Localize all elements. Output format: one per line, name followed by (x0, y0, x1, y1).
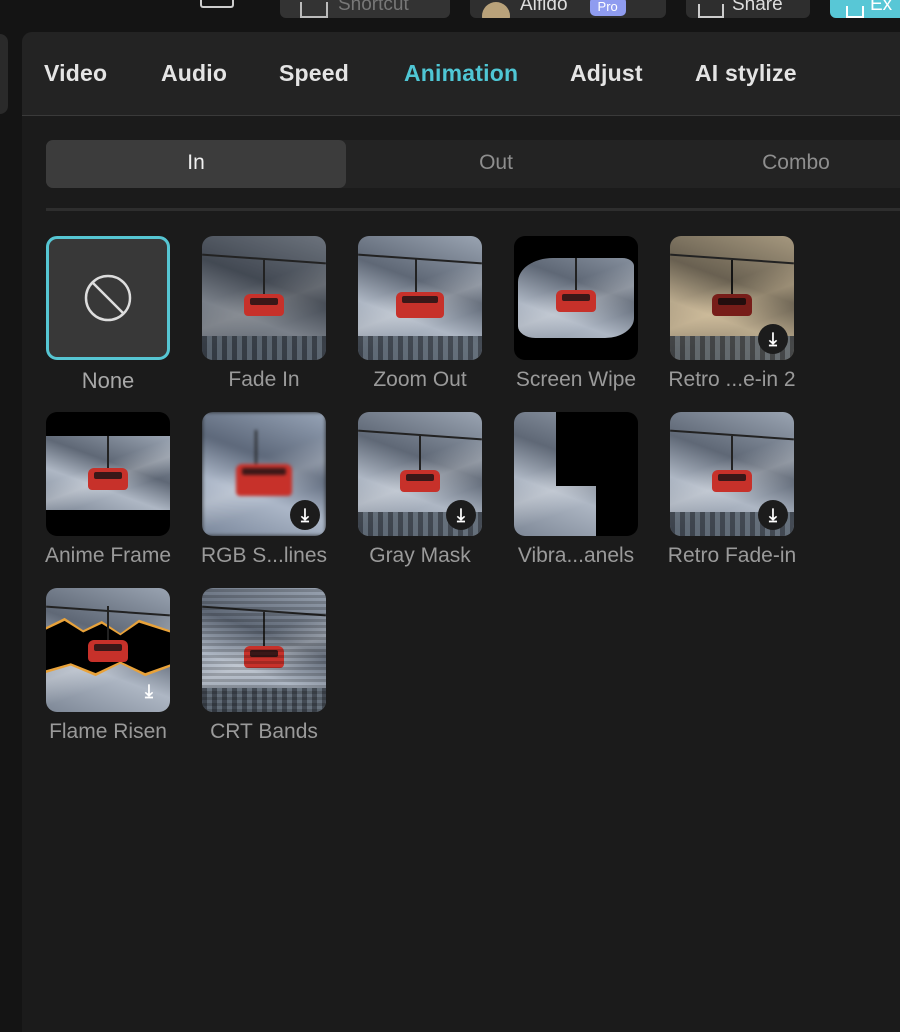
share-icon (698, 4, 724, 18)
avatar (482, 2, 510, 18)
animation-label: Zoom Out (373, 368, 467, 391)
tab-audio[interactable]: Audio (161, 60, 227, 87)
export-label: Ex (870, 0, 893, 15)
animation-label: Fade In (228, 368, 300, 391)
animation-thumbnail (46, 412, 170, 536)
animation-card-rgb-scanlines[interactable]: ⤓ RGB S...lines (201, 412, 327, 568)
tab-bar: Video Audio Speed Animation Adjust AI st… (22, 32, 900, 116)
gondola-image (556, 258, 596, 312)
animation-label: None (81, 368, 135, 393)
shortcut-label: Shortcut (338, 0, 409, 15)
animation-card-retro-fade-in-2[interactable]: ⤓ Retro ...e-in 2 (668, 236, 796, 392)
gondola-image (244, 260, 284, 316)
download-icon[interactable]: ⤓ (758, 324, 788, 354)
animation-card-vibrant-panels[interactable]: Vibra...anels (514, 412, 638, 568)
gondola-image (396, 258, 444, 318)
animation-label: Anime Frame (44, 544, 172, 567)
animation-label: Gray Mask (369, 544, 471, 567)
download-icon[interactable]: ⤓ (134, 676, 164, 706)
animation-thumbnail: ⤓ (358, 412, 482, 536)
user-name: Alfido (520, 0, 568, 15)
segment-in[interactable]: In (46, 140, 346, 188)
animation-thumbnail (514, 236, 638, 360)
animation-label: RGB S...lines (200, 544, 328, 567)
export-icon (846, 6, 864, 18)
download-icon[interactable]: ⤓ (290, 500, 320, 530)
animation-label: Retro ...e-in 2 (668, 368, 796, 391)
animation-card-gray-mask[interactable]: ⤓ Gray Mask (358, 412, 482, 568)
export-button[interactable]: Ex (830, 0, 900, 18)
gondola-image (400, 436, 440, 492)
animation-card-zoom-out[interactable]: Zoom Out (358, 236, 482, 392)
monitor-icon[interactable] (200, 0, 234, 8)
animation-thumbnail (202, 588, 326, 712)
animation-thumbnail: ⤓ (202, 412, 326, 536)
animation-label: CRT Bands (210, 720, 318, 743)
tab-speed[interactable]: Speed (279, 60, 349, 87)
share-button[interactable]: Share (686, 0, 810, 18)
download-icon[interactable]: ⤓ (758, 500, 788, 530)
animation-card-crt-bands[interactable]: CRT Bands (202, 588, 326, 744)
animation-thumbnail: ⤓ (670, 412, 794, 536)
download-icon[interactable]: ⤓ (446, 500, 476, 530)
shortcut-button[interactable]: Shortcut (280, 0, 450, 18)
gondola-image (88, 606, 128, 662)
keyboard-icon (300, 2, 328, 18)
animation-thumbnail: ⤓ (670, 236, 794, 360)
animation-card-none[interactable]: None (46, 236, 170, 394)
animation-thumbnail (514, 412, 638, 536)
pro-badge: Pro (589, 0, 626, 16)
user-button[interactable]: Alfido Pro (470, 0, 666, 18)
animation-card-screen-wipe[interactable]: Screen Wipe (514, 236, 638, 392)
gondola-image (236, 430, 292, 496)
divider (46, 208, 900, 211)
segment-out[interactable]: Out (346, 140, 646, 188)
top-toolbar: Shortcut Alfido Pro Share Ex (0, 0, 900, 30)
tab-ai-stylize[interactable]: AI stylize (695, 60, 797, 87)
gondola-image (712, 436, 752, 492)
animation-thumbnail (358, 236, 482, 360)
animation-card-fade-in[interactable]: Fade In (202, 236, 326, 392)
animation-card-anime-frame[interactable]: Anime Frame (45, 412, 171, 568)
animation-label: Vibra...anels (517, 544, 635, 567)
animation-thumbnail: ⤓ (46, 588, 170, 712)
none-icon (84, 274, 132, 322)
animation-thumbnail (46, 236, 170, 360)
animation-label: Flame Risen (49, 720, 167, 743)
segment-combo[interactable]: Combo (646, 140, 900, 188)
tab-video[interactable]: Video (44, 60, 107, 87)
animation-thumbnail (202, 236, 326, 360)
share-label: Share (732, 0, 783, 15)
animation-type-segmented-control: In Out Combo (46, 140, 900, 188)
tab-adjust[interactable]: Adjust (570, 60, 643, 87)
animation-card-retro-fade-in[interactable]: ⤓ Retro Fade-in (668, 412, 796, 568)
animation-label: Screen Wipe (515, 368, 637, 391)
gondola-image (712, 260, 752, 316)
animation-label: Retro Fade-in (667, 544, 797, 567)
properties-panel: Video Audio Speed Animation Adjust AI st… (22, 32, 900, 1032)
tab-animation[interactable]: Animation (404, 60, 518, 87)
animation-card-flame-risen[interactable]: ⤓ Flame Risen (46, 588, 170, 744)
gondola-image (88, 436, 128, 490)
left-panel-edge (0, 34, 8, 114)
